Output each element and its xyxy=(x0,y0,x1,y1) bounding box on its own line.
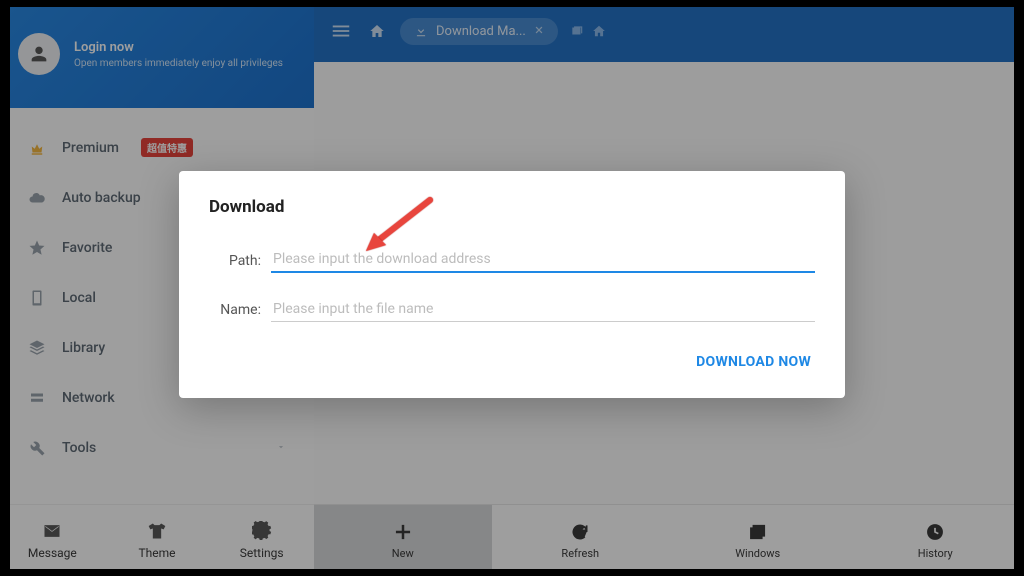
app-root: Login now Open members immediately enjoy… xyxy=(0,0,1024,576)
dialog-title: Download xyxy=(209,197,815,217)
path-label: Path: xyxy=(209,253,261,273)
name-row: Name: xyxy=(209,297,815,322)
path-row: Path: xyxy=(209,247,815,273)
download-now-button[interactable]: DOWNLOAD NOW xyxy=(692,346,815,378)
name-input[interactable] xyxy=(271,297,815,322)
dialog-actions: DOWNLOAD NOW xyxy=(209,346,815,378)
name-label: Name: xyxy=(209,302,261,322)
path-input[interactable] xyxy=(271,247,815,273)
download-dialog: Download Path: Name: DOWNLOAD NOW xyxy=(179,171,845,398)
